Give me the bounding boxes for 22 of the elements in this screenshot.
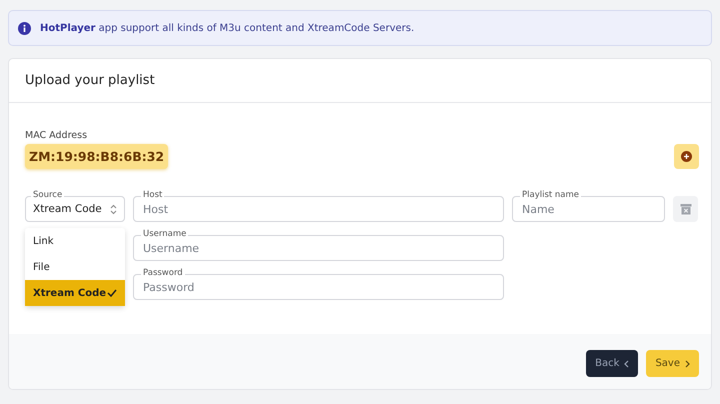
menu-option[interactable]: File [25,254,125,280]
save-button[interactable]: Save [646,350,699,377]
chevron-right-icon [685,360,690,368]
input-field[interactable]: Host [133,196,504,222]
plus-icon [681,151,692,162]
input-field[interactable]: Password [133,274,504,300]
field-label: Source [31,190,64,200]
chevron-left-icon [624,360,630,368]
check-icon [107,289,117,297]
updown-icon [110,204,117,214]
trash-icon [680,203,692,215]
back-button[interactable]: Back [586,350,638,377]
menu-option[interactable]: Xtream Code [25,280,125,306]
card-title: Upload your playlist [25,73,155,88]
mac-address: ZM:19:98:B8:6B:32 [25,144,168,169]
info-message: HotPlayer app support all kinds of M3u content and XtreamCode Servers. [40,22,414,34]
mac-label: MAC Address [25,130,88,141]
info-icon [18,22,31,34]
source-select[interactable]: Xtream Code [25,196,125,222]
menu-option[interactable]: Link [25,228,125,254]
add-button[interactable] [674,144,699,169]
input-field[interactable]: Username [133,235,504,261]
